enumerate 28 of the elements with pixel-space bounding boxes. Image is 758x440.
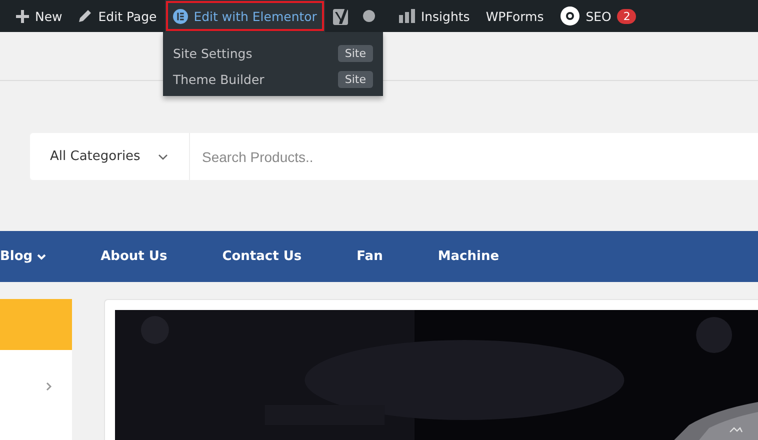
menu-item[interactable]: Site Settings [173, 46, 252, 60]
admin-bar-item[interactable]: Edit Page [70, 0, 165, 32]
search-field[interactable]: Search Products.. [190, 133, 758, 180]
gear-icon [560, 6, 580, 26]
nav-link[interactable]: Fan [356, 249, 383, 264]
admin-bar-item[interactable]: SEO 2 [552, 0, 644, 32]
plus-icon [16, 10, 29, 22]
pencil-icon [78, 9, 92, 23]
nav-link[interactable]: Contact Us [222, 249, 302, 264]
admin-bar-item[interactable]: WPForms [478, 0, 552, 32]
nav-link[interactable]: Machine [438, 249, 500, 264]
admin-bar-item[interactable]: New [8, 0, 70, 32]
nav-link[interactable]: Blog [0, 249, 46, 264]
category-select[interactable]: All Categories [30, 133, 190, 180]
sidebar-header [0, 299, 72, 350]
yoast-icon[interactable] [332, 7, 351, 25]
chevron-down-icon [158, 154, 168, 160]
admin-bar-item[interactable]: Insights [390, 0, 478, 32]
menu-tag: Site [338, 70, 373, 88]
bar-chart-icon [398, 9, 415, 23]
notification-badge: 2 [617, 8, 636, 24]
nav-link[interactable]: About Us [100, 249, 168, 264]
chevron-right-icon[interactable] [46, 382, 52, 391]
status-dot-icon [362, 10, 375, 22]
menu-item[interactable]: Theme Builder [173, 72, 264, 86]
menu-tag: Site [338, 44, 373, 62]
elementor-icon [172, 8, 188, 24]
admin-bar-item[interactable]: Edit with Elementor [164, 0, 325, 32]
